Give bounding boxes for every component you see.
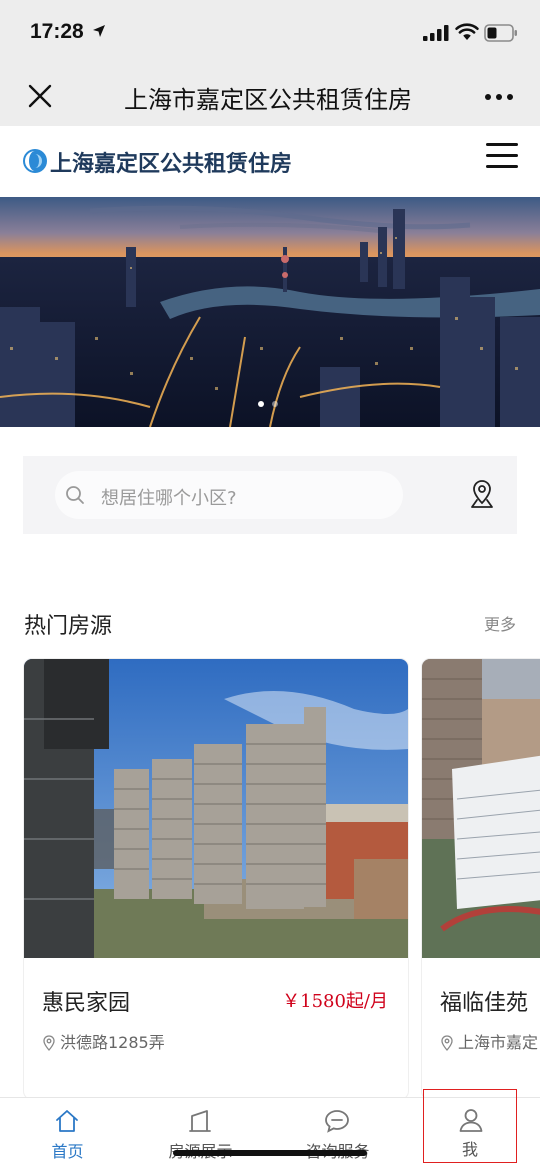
battery-icon [484, 24, 517, 42]
map-location-icon[interactable] [469, 479, 495, 509]
listing-name: 惠民家园 [42, 991, 131, 1016]
listing-card[interactable]: 惠民家园 ￥1580起/月 洪德路1285弄 [24, 659, 408, 1099]
building-icon [189, 1110, 211, 1132]
bottom-tab-bar: 首页 房源展示 咨询服务 我 [0, 1089, 540, 1169]
status-bar: 17:28 [0, 0, 540, 66]
menu-icon-bar [486, 165, 518, 168]
home-icon [56, 1110, 78, 1132]
chat-bubble-icon [325, 1110, 349, 1133]
more-link[interactable]: 更多 [484, 611, 516, 635]
user-icon [459, 1109, 483, 1132]
carousel-indicator [258, 401, 278, 407]
wifi-icon [455, 23, 479, 40]
carousel-dot[interactable] [258, 401, 264, 407]
location-pin-icon [441, 1035, 453, 1051]
page-title: 上海市嘉定区公共租赁住房 [124, 87, 412, 114]
site-logo-icon [23, 149, 47, 173]
tab-label: 首页 [51, 1142, 84, 1161]
carousel-dot[interactable] [272, 401, 278, 407]
hero-banner[interactable] [0, 197, 540, 427]
listing-card[interactable]: 福临佳苑 上海市嘉定 [422, 659, 540, 1099]
wechat-nav-bar: 上海市嘉定区公共租赁住房 [0, 66, 540, 126]
close-icon[interactable] [26, 82, 54, 110]
listing-photo [24, 659, 408, 958]
search-panel: 想居住哪个小区? [23, 456, 517, 534]
site-header: 上海嘉定区公共租赁住房 [0, 126, 540, 197]
listing-price: ￥1580起/月 [282, 991, 388, 1012]
listing-name: 福临佳苑 [440, 991, 529, 1016]
search-icon [66, 486, 84, 504]
site-title: 上海嘉定区公共租赁住房 [50, 152, 293, 177]
tab-me[interactable]: 我 [422, 1088, 518, 1164]
search-input[interactable]: 想居住哪个小区? [55, 471, 403, 519]
home-indicator [173, 1150, 367, 1156]
tab-home[interactable]: 首页 [0, 1098, 135, 1169]
listing-photo [422, 659, 540, 958]
listing-address: 上海市嘉定 [440, 1029, 538, 1053]
listing-address-text: 上海市嘉定 [458, 1033, 539, 1052]
location-pin-icon [43, 1035, 55, 1051]
city-skyline-image [0, 197, 540, 427]
cellular-signal-icon [423, 25, 449, 41]
tab-label: 我 [461, 1140, 478, 1159]
listing-address-text: 洪德路1285弄 [60, 1033, 165, 1052]
listing-address: 洪德路1285弄 [42, 1029, 165, 1053]
tab-consulting[interactable]: 咨询服务 [270, 1098, 405, 1169]
menu-icon-bar [486, 154, 518, 157]
menu-icon-bar [486, 143, 518, 146]
more-options-icon[interactable] [484, 92, 514, 102]
tab-listings[interactable]: 房源展示 [133, 1098, 268, 1169]
location-arrow-icon [93, 25, 105, 37]
status-time: 17:28 [30, 20, 84, 43]
menu-button[interactable] [486, 143, 518, 173]
search-placeholder: 想居住哪个小区? [101, 488, 237, 509]
hot-listings-title: 热门房源 [24, 614, 113, 639]
